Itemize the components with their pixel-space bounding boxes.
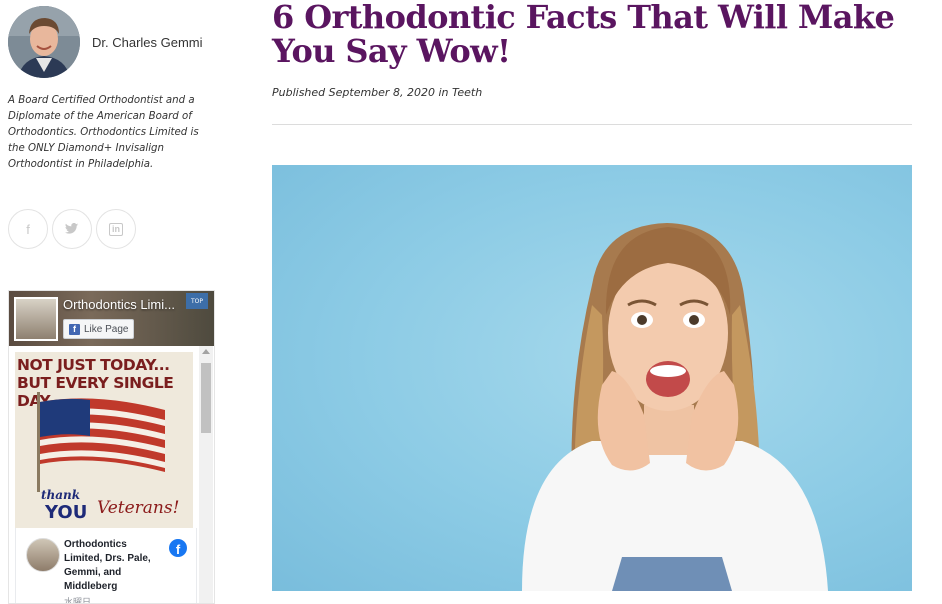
author-photo [8,6,80,78]
post-image-thank: thank [41,488,81,502]
scroll-up-arrow-icon[interactable] [202,349,210,354]
facebook-logo-icon: f [169,539,187,557]
fb-widget-header[interactable]: Orthodontics Limi... f Like Page TOP [9,291,214,346]
article-meta: Published September 8, 2020 in Teeth [272,86,482,99]
published-date: September 8, 2020 [328,86,435,99]
fb-post-author[interactable]: Orthodontics Limited, Drs. Pale, Gemmi, … [64,538,166,594]
linkedin-icon: in [109,222,123,236]
title-divider [272,124,912,125]
article-title: 6 Orthodontic Facts That Will Make You S… [272,0,895,70]
fb-top-badge: TOP [186,293,208,309]
fb-page-name[interactable]: Orthodontics Limi... [63,297,175,312]
social-share-bar: f in [8,209,136,249]
twitter-icon [65,223,79,234]
surprised-girl-illustration [522,223,828,591]
twitter-share-button[interactable] [52,209,92,249]
meta-in-word: in [438,86,449,99]
post-image-you: YOU [45,502,88,523]
article-category-link[interactable]: Teeth [452,86,482,99]
fb-post-date[interactable]: 水曜日 [64,595,91,603]
article-hero-image [272,165,912,591]
fb-like-page-button[interactable]: f Like Page [63,319,135,339]
author-card: Dr. Charles Gemmi [8,6,203,78]
author-bio: A Board Certified Orthodontist and a Dip… [8,95,199,170]
american-flag-icon [37,392,165,492]
fb-page-thumbnail[interactable] [14,297,58,341]
author-avatar[interactable] [8,6,80,78]
fb-scrollbar[interactable] [199,346,213,603]
fb-post-avatar[interactable] [26,538,60,572]
post-image-veterans: Veterans! [97,498,180,518]
fb-scrollbar-thumb[interactable] [201,363,211,433]
facebook-icon: f [69,323,80,335]
facebook-share-button[interactable]: f [8,209,48,249]
facebook-icon: f [26,221,30,237]
fb-timeline[interactable]: NOT JUST TODAY... BUT EVERY SINGLE DAY, … [9,346,214,603]
fb-post-image[interactable]: NOT JUST TODAY... BUT EVERY SINGLE DAY, … [15,352,193,528]
fb-like-label: Like Page [84,323,129,335]
facebook-page-widget: Orthodontics Limi... f Like Page TOP NOT… [8,290,215,604]
linkedin-share-button[interactable]: in [96,209,136,249]
author-name[interactable]: Dr. Charles Gemmi [92,35,203,50]
post-image-line1: NOT JUST TODAY... [17,356,170,374]
published-prefix: Published [272,86,326,99]
fb-post-header: Orthodontics Limited, Drs. Pale, Gemmi, … [15,528,197,603]
